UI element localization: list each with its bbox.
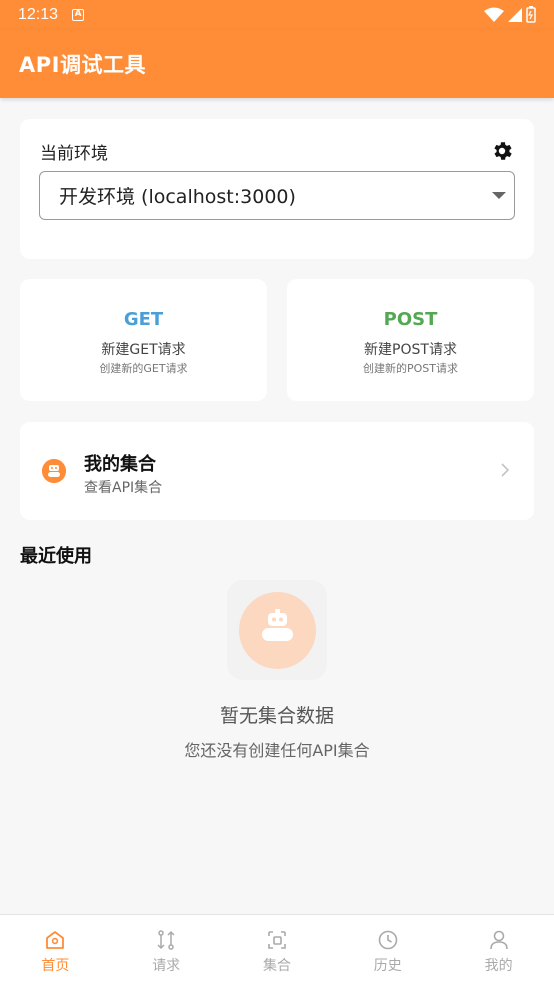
new-post-title: 新建POST请求 — [364, 342, 457, 358]
new-get-request-card[interactable]: GET 新建GET请求 创建新的GET请求 — [20, 279, 267, 401]
robot-icon — [42, 459, 66, 483]
get-method-label: GET — [123, 309, 164, 330]
environment-card: 当前环境 开发环境 (localhost:3000) — [20, 119, 534, 259]
battery-icon — [526, 6, 536, 23]
status-icons — [484, 6, 536, 23]
my-collections-card[interactable]: 我的集合 查看API集合 — [20, 422, 534, 520]
collection-icon — [268, 931, 286, 949]
clock-icon — [378, 930, 398, 950]
nav-label-profile: 我的 — [484, 958, 513, 974]
app-title: API调试工具 — [19, 53, 146, 77]
nav-label-collections: 集合 — [262, 958, 291, 974]
collections-title: 我的集合 — [84, 454, 156, 475]
notification-badge-icon: A — [72, 9, 85, 21]
home-icon — [46, 931, 65, 949]
app-bar: API调试工具 — [0, 30, 554, 98]
signal-icon — [508, 7, 522, 22]
environment-label: 当前环境 — [40, 144, 108, 164]
nav-label-history: 历史 — [373, 958, 402, 974]
recent-section-title: 最近使用 — [20, 546, 92, 567]
chevron-right-icon — [501, 463, 510, 477]
environment-select[interactable]: 开发环境 (localhost:3000) — [39, 171, 515, 220]
robot-icon — [262, 609, 293, 641]
request-icon — [157, 930, 175, 950]
nav-item-history[interactable]: 历史 — [332, 915, 443, 984]
nav-item-home[interactable]: 首页 — [0, 915, 111, 984]
nav-label-requests: 请求 — [152, 958, 181, 974]
empty-state-subtitle: 您还没有创建任何API集合 — [184, 741, 370, 760]
post-method-label: POST — [383, 309, 438, 330]
nav-item-profile[interactable]: 我的 — [443, 915, 554, 984]
status-time: 12:13 — [18, 6, 59, 23]
nav-item-requests[interactable]: 请求 — [111, 915, 222, 984]
wifi-icon — [484, 7, 504, 22]
user-icon — [489, 930, 508, 950]
status-bar: 12:13 A — [0, 0, 554, 30]
new-post-subtitle: 创建新的POST请求 — [363, 362, 458, 375]
bottom-navigation: 首页 请求 集合 历史 我的 — [0, 914, 554, 984]
new-get-subtitle: 创建新的GET请求 — [99, 362, 188, 375]
environment-selected-value: 开发环境 (localhost:3000) — [59, 186, 296, 208]
dropdown-caret-icon — [492, 192, 506, 199]
nav-label-home: 首页 — [41, 958, 70, 974]
gear-icon[interactable] — [490, 139, 514, 163]
empty-state-illustration — [239, 592, 316, 669]
new-post-request-card[interactable]: POST 新建POST请求 创建新的POST请求 — [287, 279, 534, 401]
empty-state-title: 暂无集合数据 — [219, 705, 334, 727]
new-get-title: 新建GET请求 — [101, 342, 186, 358]
nav-item-collections[interactable]: 集合 — [222, 915, 333, 984]
collections-subtitle: 查看API集合 — [84, 480, 163, 496]
